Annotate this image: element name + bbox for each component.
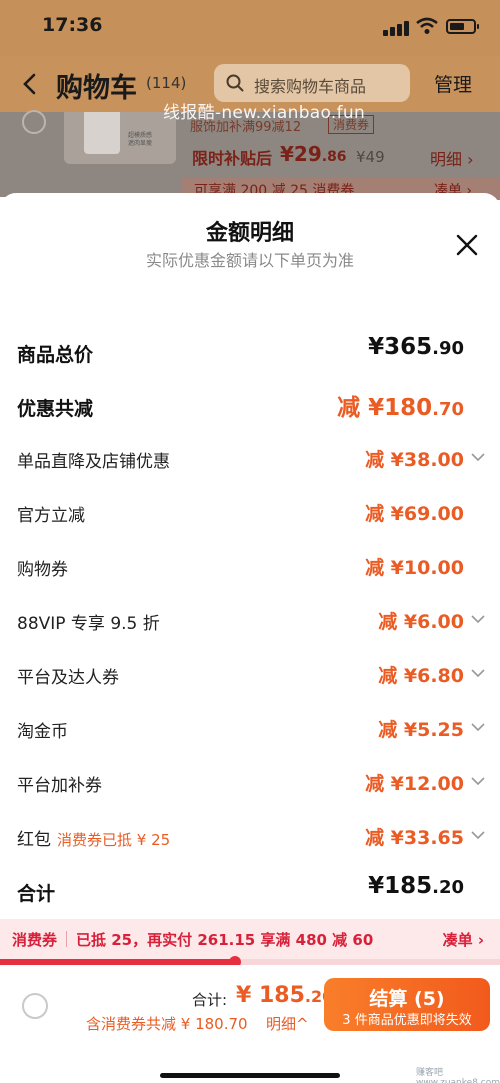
red-packet-note: 消费券已抵 ¥ 25	[57, 831, 171, 849]
row-value: 减 ¥12.00	[365, 773, 464, 795]
row-shopping-voucher: 购物券 减 ¥10.00	[0, 547, 500, 587]
total-label: 合计:	[192, 991, 228, 1009]
saved-amount-text: 含消费券共减 ¥ 180.70	[86, 1015, 248, 1033]
row-label: 商品总价	[17, 344, 94, 366]
row-88vip-discount[interactable]: 88VIP 专享 9.5 折 减 ¥6.00	[0, 601, 500, 641]
watermark-text: 线报酷-new.xianbao.fun	[163, 103, 366, 123]
row-grand-total: 合计 ¥185.20	[0, 871, 500, 911]
row-taojinbi[interactable]: 淘金币 减 ¥5.25	[0, 709, 500, 749]
select-all-radio[interactable]	[22, 993, 48, 1019]
row-value: 减 ¥5.25	[378, 719, 464, 741]
sheet-subtitle: 实际优惠金额请以下单页为准	[145, 251, 354, 270]
row-value: ¥365.90	[368, 334, 464, 360]
chevron-down-icon[interactable]	[470, 665, 486, 681]
search-placeholder: 搜索购物车商品	[254, 77, 367, 96]
row-item-store-discount[interactable]: 单品直降及店铺优惠 减 ¥38.00	[0, 439, 500, 479]
shirt-image	[84, 112, 120, 154]
cart-count: (114)	[146, 74, 187, 92]
checkout-footer: 合计: ¥ 185.20 含消费券共减 ¥ 180.70 明细^ 结算 (5) …	[0, 965, 500, 1083]
item-detail-link[interactable]: 明细 ›	[430, 146, 474, 170]
row-label: 合计	[17, 883, 56, 905]
consumer-voucher-label: 消费券	[12, 931, 58, 949]
row-official-discount: 官方立减 减 ¥69.00	[0, 493, 500, 533]
row-label: 单品直降及店铺优惠	[17, 452, 170, 472]
search-icon	[226, 74, 244, 92]
row-label: 平台加补券	[17, 776, 102, 796]
row-platform-subsidy-coupon[interactable]: 平台加补券 减 ¥12.00	[0, 763, 500, 803]
thumbnail-caption: 超模质感 遮肉显瘦	[128, 132, 153, 147]
subsidy-label: 限时补贴后	[192, 149, 273, 168]
row-label: 88VIP 专享 9.5 折	[17, 614, 160, 634]
row-label: 淘金币	[17, 722, 68, 742]
row-discount-total: 优惠共减 减 ¥180.70	[0, 386, 500, 426]
close-icon[interactable]	[455, 233, 479, 257]
watermark-logo: 赚客吧 www.zuanke8.com	[416, 1068, 500, 1083]
wifi-icon	[416, 17, 438, 34]
status-time: 17:36	[42, 14, 103, 36]
back-arrow-icon[interactable]	[18, 70, 42, 98]
row-goods-total: 商品总价 ¥365.90	[0, 332, 500, 372]
checkout-label: 结算 (5)	[369, 988, 445, 1010]
row-label: 官方立减	[17, 506, 85, 526]
row-label: 平台及达人券	[17, 668, 119, 688]
sheet-title: 金额明细	[205, 221, 294, 246]
product-thumbnail[interactable]: 超模质感 遮肉显瘦	[64, 112, 176, 164]
chevron-down-icon[interactable]	[470, 449, 486, 465]
page-title: 购物车	[56, 73, 137, 104]
chevron-down-icon[interactable]	[470, 719, 486, 735]
detail-toggle-link[interactable]: 明细^	[266, 1013, 309, 1034]
chevron-down-icon[interactable]	[470, 611, 486, 627]
divider	[66, 931, 67, 947]
row-label: 红包 消费券已抵 ¥ 25	[17, 830, 171, 850]
item-price: ¥29.86	[280, 142, 347, 166]
row-red-packet[interactable]: 红包 消费券已抵 ¥ 25 减 ¥33.65	[0, 817, 500, 857]
search-input[interactable]: 搜索购物车商品	[214, 64, 410, 102]
chevron-down-icon[interactable]	[470, 773, 486, 789]
battery-icon	[446, 19, 479, 34]
signal-icon	[383, 20, 409, 36]
row-value: ¥185.20	[368, 873, 464, 899]
background-cart-item: 超模质感 遮肉显瘦 服饰加补满99减12 消费券 限时补贴后 ¥29.86 ¥4…	[0, 110, 500, 200]
row-value: 减 ¥69.00	[365, 503, 464, 525]
home-indicator	[160, 1073, 340, 1078]
checkout-subtext: 3 件商品优惠即将失效	[342, 1013, 472, 1028]
consumer-voucher-bar[interactable]: 消费券 已抵 25，再实付 261.15 享满 480 减 60 凑单 ›	[0, 919, 500, 959]
item-select-radio[interactable]	[22, 110, 46, 134]
original-price: ¥49	[356, 148, 385, 166]
row-label: 购物券	[17, 560, 68, 580]
checkout-button[interactable]: 结算 (5) 3 件商品优惠即将失效	[324, 978, 490, 1031]
row-value: 减 ¥6.00	[378, 611, 464, 633]
row-platform-coupon[interactable]: 平台及达人券 减 ¥6.80	[0, 655, 500, 695]
manage-button[interactable]: 管理	[434, 70, 472, 97]
row-value: 减 ¥38.00	[365, 449, 464, 471]
row-value: 减 ¥6.80	[378, 665, 464, 687]
row-value: 减 ¥180.70	[337, 395, 464, 421]
status-bar: 17:36	[0, 0, 500, 56]
consumer-voucher-text: 已抵 25，再实付 261.15 享满 480 减 60	[76, 931, 374, 949]
row-value: 减 ¥33.65	[365, 827, 464, 849]
total-amount: ¥ 185.20	[236, 983, 334, 1008]
add-items-link[interactable]: 凑单 ›	[443, 929, 484, 950]
row-label: 优惠共减	[17, 398, 94, 420]
row-value: 减 ¥10.00	[365, 557, 464, 579]
chevron-down-icon[interactable]	[470, 827, 486, 843]
